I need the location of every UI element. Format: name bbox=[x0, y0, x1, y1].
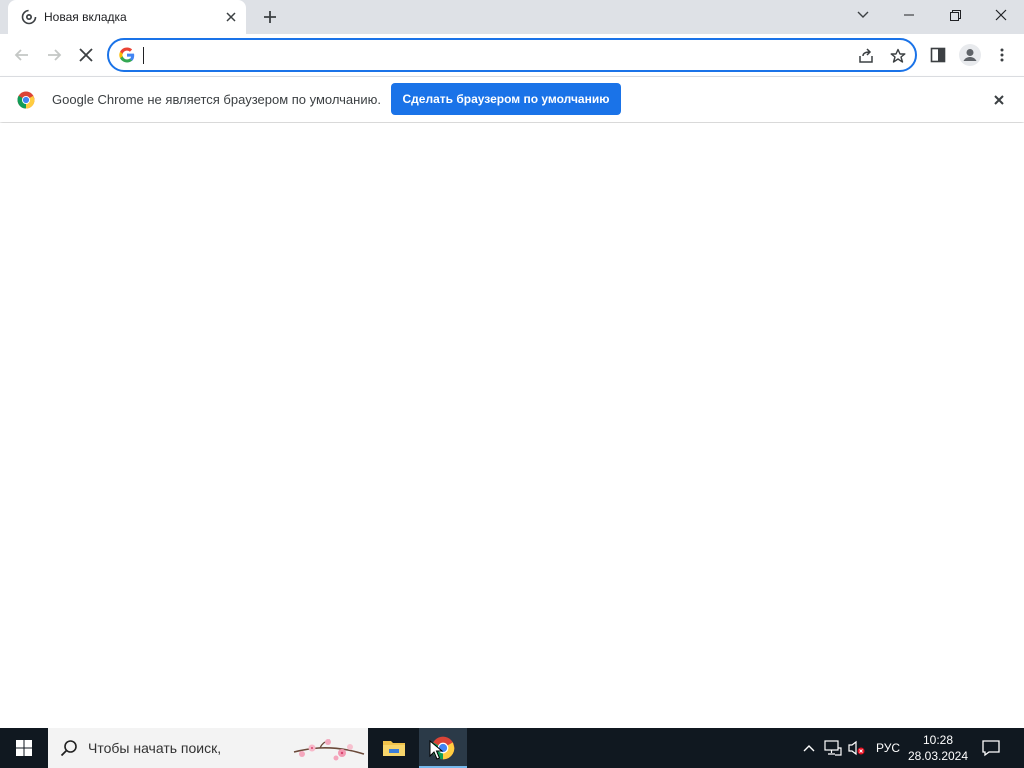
search-icon bbox=[60, 740, 77, 757]
start-button[interactable] bbox=[0, 728, 48, 768]
clock-date: 28.03.2024 bbox=[907, 749, 969, 763]
toolbar bbox=[0, 34, 1024, 76]
restore-icon bbox=[949, 9, 961, 21]
screen: Новая вкладка Google Chrome не является … bbox=[0, 0, 1024, 768]
profile-button[interactable] bbox=[956, 41, 984, 69]
arrow-right-icon bbox=[48, 49, 62, 61]
close-icon bbox=[994, 95, 1004, 105]
tab-strip: Новая вкладка bbox=[0, 0, 1024, 34]
close-icon bbox=[226, 12, 236, 22]
close-icon bbox=[995, 9, 1007, 21]
chrome-icon bbox=[17, 91, 35, 109]
mouse-cursor-icon bbox=[429, 740, 443, 760]
google-g-icon bbox=[119, 47, 135, 63]
loading-spinner-icon bbox=[21, 9, 37, 25]
bookmark-button[interactable] bbox=[889, 47, 907, 65]
chevron-up-icon bbox=[803, 745, 815, 752]
volume-muted-icon bbox=[848, 740, 865, 756]
address-input[interactable] bbox=[143, 44, 843, 66]
avatar-icon bbox=[959, 44, 981, 66]
network-button[interactable] bbox=[824, 739, 842, 757]
page-content bbox=[0, 123, 1024, 728]
plus-icon bbox=[264, 11, 276, 23]
restore-button[interactable] bbox=[932, 0, 978, 30]
taskbar: Чтобы начать поиск, РУС 10:28 28.03.2024 bbox=[0, 728, 1024, 768]
tab-close-button[interactable] bbox=[223, 9, 239, 25]
taskbar-file-explorer[interactable] bbox=[370, 728, 418, 768]
tab-title: Новая вкладка bbox=[44, 10, 127, 24]
taskbar-search-box[interactable]: Чтобы начать поиск, bbox=[48, 728, 368, 768]
set-default-browser-button[interactable]: Сделать браузером по умолчанию bbox=[391, 83, 621, 115]
share-icon bbox=[859, 48, 873, 63]
cherry-blossom-icon bbox=[293, 739, 365, 761]
menu-button[interactable] bbox=[988, 41, 1016, 69]
notification-center-icon[interactable] bbox=[982, 739, 1000, 757]
show-hidden-icons-button[interactable] bbox=[800, 739, 818, 757]
infobar-close-button[interactable] bbox=[990, 91, 1008, 109]
network-icon bbox=[824, 740, 842, 756]
tab-search-button[interactable] bbox=[840, 0, 886, 30]
stop-icon bbox=[79, 48, 93, 62]
default-browser-infobar: Google Chrome не является браузером по у… bbox=[0, 76, 1024, 122]
volume-button[interactable] bbox=[848, 739, 866, 757]
text-caret bbox=[143, 47, 144, 64]
windows-logo-icon bbox=[16, 740, 32, 756]
arrow-left-icon bbox=[14, 49, 28, 61]
clock[interactable]: 10:28 28.03.2024 bbox=[904, 732, 972, 764]
side-panel-icon bbox=[930, 47, 946, 63]
language-indicator[interactable]: РУС bbox=[876, 741, 900, 755]
tab-new-tab[interactable]: Новая вкладка bbox=[8, 0, 246, 34]
infobar-message: Google Chrome не является браузером по у… bbox=[52, 92, 381, 107]
share-button[interactable] bbox=[857, 47, 875, 65]
stop-loading-button[interactable] bbox=[72, 41, 100, 69]
clock-time: 10:28 bbox=[922, 733, 954, 747]
omnibox[interactable] bbox=[107, 38, 917, 72]
chevron-down-icon bbox=[857, 11, 869, 18]
back-button[interactable] bbox=[8, 41, 36, 69]
search-placeholder: Чтобы начать поиск, bbox=[88, 740, 222, 756]
new-tab-button[interactable] bbox=[259, 6, 281, 28]
minimize-icon bbox=[904, 14, 914, 16]
side-panel-button[interactable] bbox=[924, 41, 952, 69]
minimize-button[interactable] bbox=[886, 0, 932, 30]
forward-button[interactable] bbox=[40, 41, 68, 69]
close-window-button[interactable] bbox=[978, 0, 1024, 30]
file-explorer-icon bbox=[383, 741, 405, 756]
more-vert-icon bbox=[1000, 48, 1004, 62]
star-icon bbox=[890, 48, 906, 63]
taskbar-chrome[interactable] bbox=[419, 728, 467, 768]
